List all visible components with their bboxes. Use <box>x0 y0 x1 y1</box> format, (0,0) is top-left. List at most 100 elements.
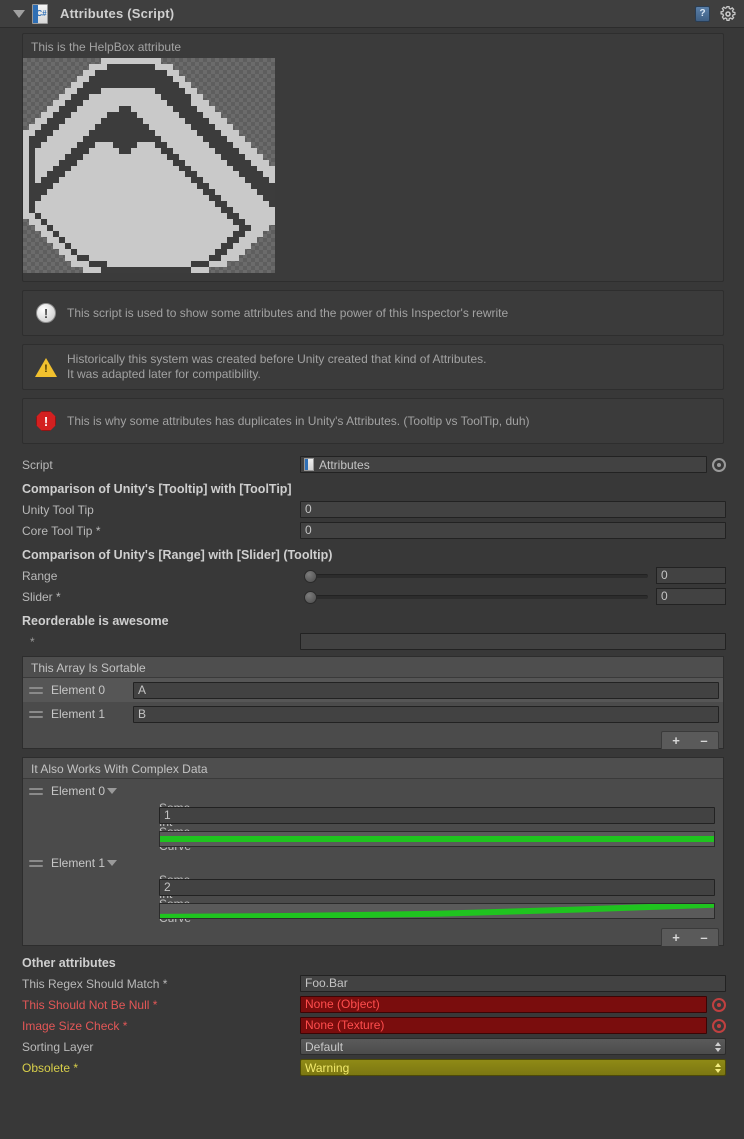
gear-icon[interactable] <box>720 5 736 22</box>
complex-data-list: It Also Works With Complex Data Element … <box>22 757 724 946</box>
range-slider[interactable] <box>304 569 648 583</box>
warning-triangle-icon <box>33 357 59 377</box>
slider-slider-thumb[interactable] <box>304 590 317 604</box>
some-curve-row: Some Curve <box>23 825 723 853</box>
some-int-value: 2 <box>159 878 715 896</box>
csharp-script-icon: C# <box>32 3 48 24</box>
add-element-button[interactable]: + <box>662 929 690 946</box>
element-value: B <box>133 705 719 723</box>
slider-slider-group: 0 <box>300 588 726 605</box>
script-label: Script <box>22 457 53 472</box>
chevron-updown-icon <box>715 1062 721 1073</box>
element-label: Element 1 <box>51 707 106 721</box>
component-header[interactable]: C# Attributes (Script) ? <box>0 0 744 28</box>
object-picker-icon[interactable] <box>712 457 726 472</box>
message-text-error: This is why some attributes has duplicat… <box>59 414 530 429</box>
image-size-object-field[interactable]: None (Texture) <box>300 1017 707 1034</box>
list-footer-buttons: + – <box>661 731 719 749</box>
triangle-down-icon[interactable] <box>12 7 26 21</box>
complex-data-body: Element 0 Some Int 1 Some Curve <box>23 779 723 925</box>
not-null-row: This Should Not Be Null * None (Object) <box>0 994 744 1015</box>
sortable-array-list: This Array Is Sortable Element 0 A Eleme… <box>22 656 724 749</box>
image-size-label: Image Size Check * <box>22 1018 128 1033</box>
range-value[interactable]: 0 <box>656 567 726 584</box>
slider-slider[interactable] <box>304 590 648 604</box>
regex-value: Foo.Bar <box>300 975 726 992</box>
sorting-layer-label: Sorting Layer <box>22 1039 94 1054</box>
drag-handle-icon[interactable] <box>29 710 43 718</box>
help-question-icon[interactable]: ? <box>695 5 710 22</box>
curve-preview-1[interactable] <box>159 903 715 919</box>
some-curve-field[interactable] <box>159 903 723 919</box>
obsolete-row: Obsolete * Warning <box>0 1057 744 1078</box>
unity-inspector-panel: C# Attributes (Script) ? This is the Hel… <box>0 0 744 1139</box>
complex-element-header[interactable]: Element 0 <box>23 779 723 803</box>
slider-value[interactable]: 0 <box>656 588 726 605</box>
sorting-layer-row: Sorting Layer Default <box>0 1036 744 1057</box>
some-int-row: Some Int 1 <box>23 801 723 829</box>
sortable-array-header: This Array Is Sortable <box>23 657 723 678</box>
reorderable-asterisk-input[interactable] <box>300 633 726 650</box>
info-circle-icon <box>33 303 59 323</box>
remove-element-button[interactable]: – <box>690 732 718 749</box>
header-icon-group: ? <box>695 0 736 27</box>
regex-row: This Regex Should Match * Foo.Bar <box>0 973 744 994</box>
obsolete-dropdown[interactable]: Warning <box>300 1059 726 1076</box>
unity-tooltip-row: Unity Tool Tip 0 <box>0 499 744 520</box>
drag-handle-icon[interactable] <box>29 859 43 867</box>
complex-data-footer: + – <box>23 923 723 946</box>
sortable-array-body: Element 0 A Element 1 B <box>23 678 723 726</box>
message-box-warning: Historically this system was created bef… <box>22 344 724 390</box>
table-row[interactable]: Element 1 B <box>23 702 723 726</box>
some-int-row: Some Int 2 <box>23 873 723 901</box>
some-int-input[interactable]: 1 <box>159 806 723 824</box>
range-label: Range <box>22 568 58 583</box>
add-element-button[interactable]: + <box>662 732 690 749</box>
some-curve-field[interactable] <box>159 831 723 847</box>
message-line: This script is used to show some attribu… <box>67 305 509 320</box>
unity-tooltip-label: Unity Tool Tip <box>22 502 94 517</box>
not-null-value: None (Object) <box>300 996 707 1013</box>
image-size-value: None (Texture) <box>300 1017 707 1034</box>
error-octagon-icon <box>33 411 59 431</box>
element-label: Element 1 <box>51 856 106 870</box>
some-int-input[interactable]: 2 <box>159 878 723 896</box>
message-box-error: This is why some attributes has duplicat… <box>22 398 724 444</box>
object-picker-icon[interactable] <box>712 997 726 1012</box>
texture-preview-wrap <box>23 58 723 281</box>
remove-element-button[interactable]: – <box>690 929 718 946</box>
element-input[interactable]: B <box>133 705 719 723</box>
unity-tooltip-input[interactable]: 0 <box>300 501 726 518</box>
range-slider-thumb[interactable] <box>304 569 317 583</box>
sorting-layer-value: Default <box>305 1039 344 1054</box>
sorting-layer-dropdown[interactable]: Default <box>300 1038 726 1055</box>
drag-handle-icon[interactable] <box>29 787 43 795</box>
reorderable-asterisk-row: * <box>0 631 744 652</box>
range-row: Range 0 <box>0 565 744 586</box>
core-tooltip-input[interactable]: 0 <box>300 522 726 539</box>
other-section-title: Other attributes <box>22 956 116 970</box>
script-row: Script Attributes <box>0 454 744 475</box>
range-slider-group: 0 <box>300 567 726 584</box>
reorderable-section-title: Reorderable is awesome <box>22 614 169 628</box>
table-row[interactable]: Element 0 A <box>23 678 723 702</box>
drag-handle-icon[interactable] <box>29 686 43 694</box>
element-label: Element 0 <box>51 683 106 697</box>
triangle-down-icon[interactable] <box>107 788 118 794</box>
regex-input[interactable]: Foo.Bar <box>300 975 726 992</box>
complex-element-header[interactable]: Element 1 <box>23 851 723 875</box>
obsolete-label: Obsolete * <box>22 1060 79 1075</box>
image-size-row: Image Size Check * None (Texture) <box>0 1015 744 1036</box>
curve-preview-0[interactable] <box>159 831 715 847</box>
slider-label: Slider * <box>22 589 61 604</box>
triangle-down-icon[interactable] <box>107 860 118 866</box>
helpbox-text: This is the HelpBox attribute <box>31 40 182 54</box>
element-input[interactable]: A <box>133 681 719 699</box>
regex-label: This Regex Should Match * <box>22 976 168 991</box>
message-line: It was adapted later for compatibility. <box>67 367 261 381</box>
list-footer-buttons: + – <box>661 928 719 946</box>
object-picker-icon[interactable] <box>712 1018 726 1033</box>
some-curve-label: Some Curve <box>29 897 191 925</box>
script-object-field[interactable]: Attributes <box>300 456 707 473</box>
not-null-object-field[interactable]: None (Object) <box>300 996 707 1013</box>
